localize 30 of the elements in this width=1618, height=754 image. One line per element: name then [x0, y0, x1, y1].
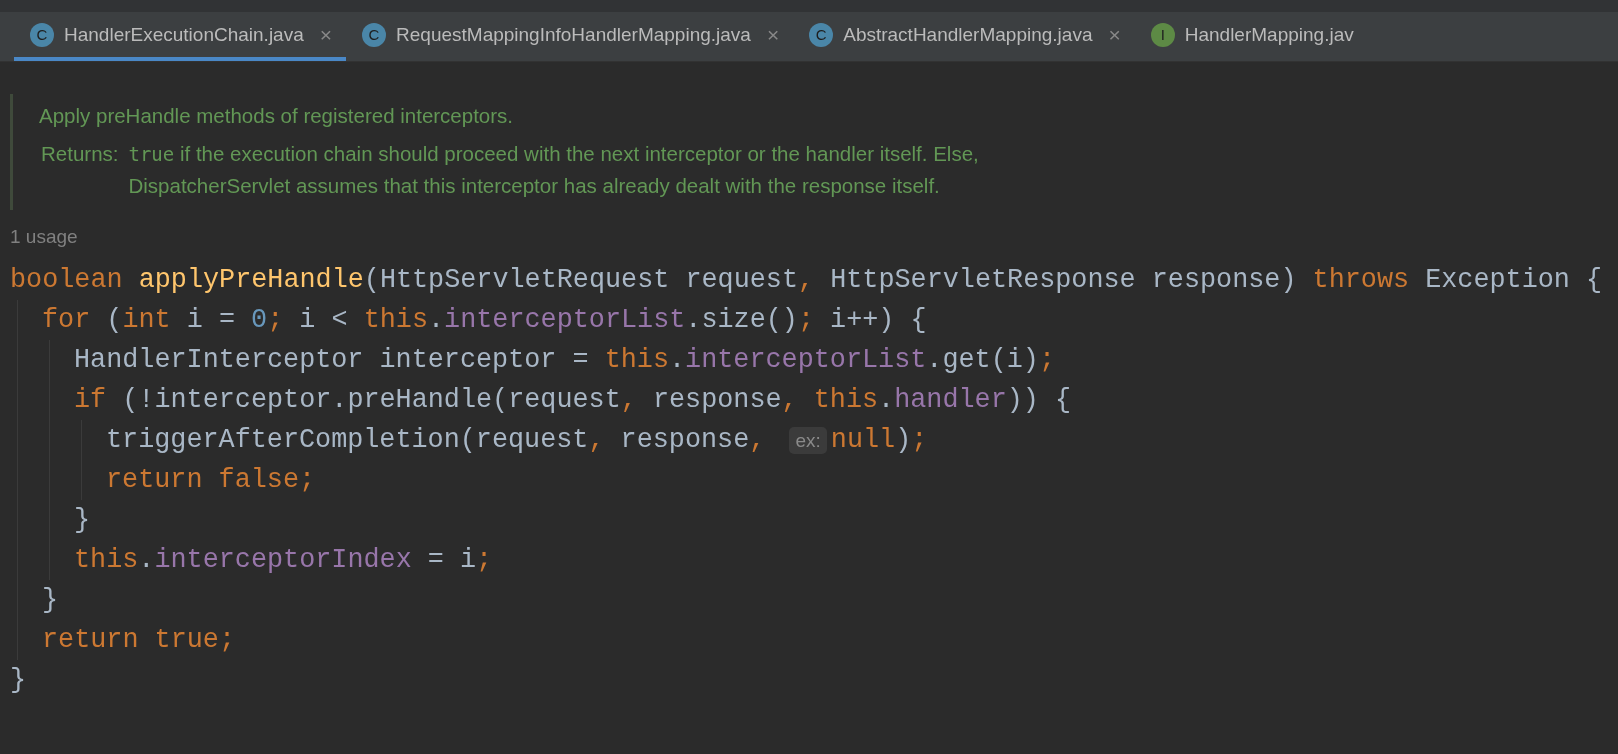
returns-label: Returns:: [41, 142, 119, 166]
code-line: }: [42, 584, 59, 617]
usages-label[interactable]: 1 usage: [10, 226, 78, 254]
code-line: triggerAfterCompletion(request, response, ex: null);: [106, 424, 928, 457]
file-tab[interactable]: I HandlerMapping.jav: [1134, 12, 1368, 61]
class-icon: C: [30, 22, 54, 47]
doc-text: true if the execution chain should proceed with the next interceptor or the handler itself. Else,: [128, 142, 980, 166]
code-line: this.interceptorIndex = i;: [74, 544, 493, 577]
close-icon[interactable]: ×: [1108, 22, 1121, 47]
code-line: return true;: [42, 624, 235, 657]
tab-label: HandlerMapping.jav: [1184, 23, 1354, 46]
tab-label: RequestMappingInfoHandlerMapping.java: [396, 23, 751, 46]
code-line: HandlerInterceptor interceptor = this.interceptorList.get(i);: [74, 344, 1055, 377]
code-line: for (int i = 0; i < this.interceptorList.size(); i++) {: [42, 304, 927, 337]
code-line: boolean applyPreHandle(HttpServletRequest request, HttpServletResponse response) throws Exception {: [10, 264, 1603, 297]
doc-summary: Apply preHandle methods of registered interceptors.: [39, 104, 515, 128]
file-tab[interactable]: C RequestMappingInfoHandlerMapping.java ×: [346, 12, 794, 61]
code-line: }: [74, 504, 91, 537]
tab-label: HandlerExecutionChain.java: [64, 23, 304, 46]
tab-label: AbstractHandlerMapping.java: [843, 23, 1093, 46]
class-icon: C: [809, 22, 834, 47]
close-icon[interactable]: ×: [319, 22, 333, 47]
code-line: }: [10, 664, 27, 697]
code-line: if (!interceptor.preHandle(request, response, this.handler)) {: [74, 384, 1072, 417]
code-line: return false;: [106, 464, 316, 497]
close-icon[interactable]: ×: [766, 22, 780, 47]
class-icon: I: [1150, 22, 1175, 47]
file-tab[interactable]: C AbstractHandlerMapping.java ×: [793, 12, 1135, 61]
class-icon: C: [362, 22, 387, 47]
doc-text: DispatcherServlet assumes that this interceptor has already dealt with the response itself.: [128, 174, 941, 198]
